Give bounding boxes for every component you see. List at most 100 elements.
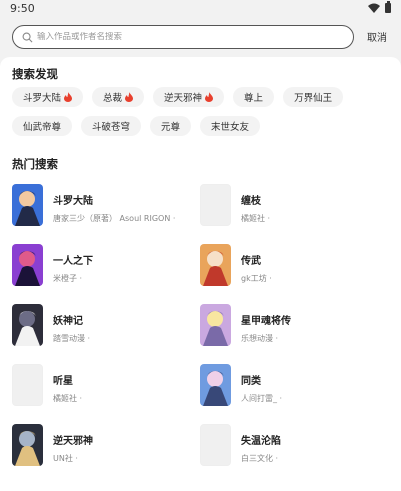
comic-cover [200,304,231,346]
chip-label: 万界仙王 [294,93,333,104]
chip-label: 元尊 [161,122,181,133]
chip-row: 仙武帝尊 斗破苍穹 元尊 末世女友 [12,116,392,136]
wifi-icon [368,3,380,13]
comic-info: 逆天邪神 UN社 · [53,424,193,464]
comic-author: gk工坊 · [241,274,272,283]
search-chip[interactable]: 元尊 [150,116,192,136]
search-chip[interactable]: 尊上 [233,87,275,107]
comic-cover [12,304,43,346]
comic-cover [200,424,231,466]
comic-info: 一人之下米橙子 · [53,244,193,284]
comic-result[interactable]: 传武 gk工坊 · [200,244,388,304]
comic-author: 橘姬社 · [241,214,271,223]
comic-info: 同类人间打雷_ · [241,364,381,404]
results-row: 听星橘姬社 · 同类人间打雷_ · [12,364,392,424]
hot-fire-icon [64,92,73,102]
comic-result[interactable]: 一人之下米橙子 · [12,244,200,304]
comic-cover [200,244,231,286]
comic-title: 逆天邪神 [53,436,93,447]
chip-label: 仙武帝尊 [23,122,62,133]
comic-author: 白三文化 · [241,454,279,463]
search-chip[interactable]: 总裁 [92,87,145,107]
comic-title: 传武 [241,256,261,267]
search-panel: 搜索发现 斗罗大陆 总裁 逆天邪神 尊上 万界仙王 仙武帝尊 斗破苍穹 元尊 末世女友 热门搜… [0,57,401,491]
chip-label: 斗破苍穹 [92,122,131,133]
comic-title: 一人之下 [53,256,93,267]
comic-title: 缠枝 [241,196,261,207]
comic-cover [200,184,231,226]
comic-info: 星甲魂将传乐想动漫 · [241,304,381,344]
battery-icon [385,1,391,13]
comic-title: 星甲魂将传 [241,316,291,327]
cover-art [200,244,231,286]
comic-result[interactable]: 缠枝橘姬社 · [200,184,388,244]
search-bar: 取消 [12,25,389,49]
status-bar: 9:50 [0,0,401,18]
search-input[interactable] [37,32,327,42]
hot-results: 斗罗大陆唐家三少（原著） Asoul RIGON · 缠枝橘姬社 · 一人之下米橙… [12,184,392,484]
comic-title: 失温沦陷 [241,436,281,447]
comic-result[interactable]: 失温沦陷白三文化 · [200,424,388,484]
hot-title: 热门搜索 [12,157,58,171]
comic-result[interactable]: 星甲魂将传乐想动漫 · [200,304,388,364]
cover-art [12,184,43,226]
search-chip[interactable]: 斗破苍穹 [81,116,142,136]
chip-label: 末世女友 [211,122,250,133]
comic-author: 唐家三少（原著） Asoul RIGON · [53,214,176,223]
comic-author: UN社 · [53,454,78,463]
comic-cover [12,244,43,286]
chip-label: 总裁 [103,93,123,104]
status-time: 9:50 [10,2,35,15]
hot-fire-icon [125,92,134,102]
comic-result[interactable]: 同类人间打雷_ · [200,364,388,424]
comic-cover [12,184,43,226]
comic-cover [12,364,43,406]
results-row: 逆天邪神 UN社 · 失温沦陷白三文化 · [12,424,392,484]
comic-title: 同类 [241,376,261,387]
comic-result[interactable]: 斗罗大陆唐家三少（原著） Asoul RIGON · [12,184,200,244]
comic-info: 听星橘姬社 · [53,364,193,404]
status-icons [368,1,391,13]
discover-chips: 斗罗大陆 总裁 逆天邪神 尊上 万界仙王 仙武帝尊 斗破苍穹 元尊 末世女友 [12,87,392,145]
comic-author: 橘姬社 · [53,394,83,403]
discover-title: 搜索发现 [12,67,58,81]
search-chip[interactable]: 逆天邪神 [153,87,225,107]
chip-label: 逆天邪神 [164,93,203,104]
search-chip[interactable]: 斗罗大陆 [12,87,84,107]
comic-info: 斗罗大陆唐家三少（原著） Asoul RIGON · [53,184,193,224]
comic-info: 缠枝橘姬社 · [241,184,381,224]
search-chip[interactable]: 仙武帝尊 [12,116,73,136]
search-icon [22,32,33,42]
comic-info: 传武 gk工坊 · [241,244,381,284]
comic-author: 米橙子 · [53,274,83,283]
chip-row: 斗罗大陆 总裁 逆天邪神 尊上 万界仙王 [12,87,392,107]
comic-author: 踏雪动漫 · [53,334,91,343]
results-row: 斗罗大陆唐家三少（原著） Asoul RIGON · 缠枝橘姬社 · [12,184,392,244]
cover-art [200,304,231,346]
results-row: 妖神记踏雪动漫 · 星甲魂将传乐想动漫 · [12,304,392,364]
search-box[interactable] [12,25,354,49]
comic-cover [12,424,43,466]
comic-result[interactable]: 听星橘姬社 · [12,364,200,424]
cover-art [12,244,43,286]
comic-title: 妖神记 [53,316,83,327]
comic-cover [200,364,231,406]
search-chip[interactable]: 末世女友 [200,116,261,136]
cancel-button[interactable]: 取消 [367,29,387,44]
cover-art [12,304,43,346]
comic-result[interactable]: 妖神记踏雪动漫 · [12,304,200,364]
cover-art [200,364,231,406]
comic-author: 人间打雷_ · [241,394,283,403]
comic-info: 妖神记踏雪动漫 · [53,304,193,344]
comic-title: 斗罗大陆 [53,196,93,207]
chip-label: 斗罗大陆 [23,93,62,104]
comic-info: 失温沦陷白三文化 · [241,424,381,464]
hot-fire-icon [205,92,214,102]
cover-art [12,424,43,466]
results-row: 一人之下米橙子 · 传武 gk工坊 · [12,244,392,304]
comic-author: 乐想动漫 · [241,334,279,343]
comic-result[interactable]: 逆天邪神 UN社 · [12,424,200,484]
comic-title: 听星 [53,376,73,387]
chip-label: 尊上 [244,93,264,104]
search-chip[interactable]: 万界仙王 [283,87,344,107]
